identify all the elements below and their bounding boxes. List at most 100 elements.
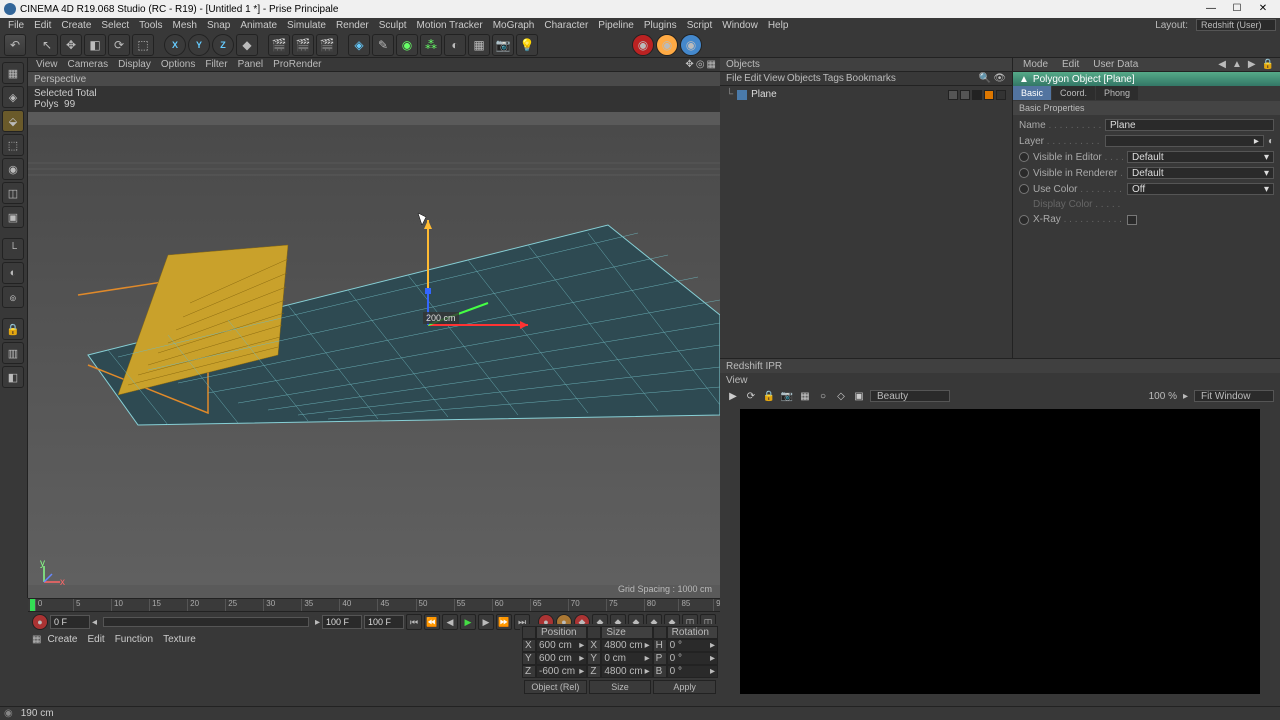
enable-axis-button[interactable]: └ — [2, 238, 24, 260]
layout-dropdown[interactable]: Redshift (User) — [1196, 19, 1276, 31]
viewport-solo-button[interactable]: ◐ — [2, 262, 24, 284]
locked-workplane-button[interactable]: 🔒 — [2, 318, 24, 340]
coord-z-pos[interactable]: -600 cm▸ — [536, 665, 587, 678]
vp-menu-prorender[interactable]: ProRender — [269, 59, 325, 70]
menu-window[interactable]: Window — [718, 20, 762, 31]
menu-tools[interactable]: Tools — [135, 20, 166, 31]
attr-usecolor-dropdown[interactable]: Off▾ — [1127, 183, 1274, 195]
layer-dot[interactable] — [972, 90, 982, 100]
attr-visrender-dropdown[interactable]: Default▾ — [1127, 167, 1274, 179]
coord-system-button[interactable]: ◆ — [236, 34, 258, 56]
cube-primitive-button[interactable]: ◈ — [348, 34, 370, 56]
attr-name-input[interactable] — [1105, 119, 1274, 131]
vis-render-radio[interactable] — [1019, 168, 1029, 178]
render-view-button[interactable]: 🎬 — [268, 34, 290, 56]
menu-mograph[interactable]: MoGraph — [489, 20, 539, 31]
rs-play-button[interactable]: ▶ — [726, 389, 740, 403]
maximize-button[interactable]: ☐ — [1230, 2, 1244, 16]
polygon-mode-button[interactable]: ▣ — [2, 206, 24, 228]
xray-radio[interactable] — [1019, 215, 1029, 225]
subdivision-button[interactable]: ◉ — [396, 34, 418, 56]
light-button[interactable]: 💡 — [516, 34, 538, 56]
attr-nav-fwd-icon[interactable]: ▶ — [1248, 59, 1256, 70]
coord-y-size[interactable]: 0 cm▸ — [601, 652, 652, 665]
render-settings-button[interactable]: 🎬 — [316, 34, 338, 56]
coord-x-pos[interactable]: 600 cm▸ — [536, 639, 587, 652]
vp-menu-cameras[interactable]: Cameras — [64, 59, 113, 70]
menu-create[interactable]: Create — [57, 20, 95, 31]
x-axis-toggle[interactable]: X — [164, 34, 186, 56]
viewport-canvas[interactable]: 200 cm Grid Spacing : 1000 cm y x — [28, 112, 720, 598]
menu-script[interactable]: Script — [683, 20, 717, 31]
coord-apply-button[interactable]: Apply — [653, 680, 716, 694]
mat-menu-function[interactable]: Function — [111, 634, 157, 645]
last-tool-button[interactable]: ⬚ — [132, 34, 154, 56]
minimize-button[interactable]: — — [1204, 2, 1218, 16]
vp-menu-display[interactable]: Display — [114, 59, 155, 70]
rotate-button[interactable]: ⟳ — [108, 34, 130, 56]
snap-button[interactable]: ๏ — [2, 286, 24, 308]
visibility-render-dot[interactable] — [960, 90, 970, 100]
next-key-button[interactable]: ⏩ — [496, 614, 512, 630]
attr-menu-edit[interactable]: Edit — [1058, 59, 1083, 70]
coord-x-size[interactable]: 4800 cm▸ — [601, 639, 652, 652]
menu-help[interactable]: Help — [764, 20, 793, 31]
workplane-button[interactable]: ⬚ — [2, 134, 24, 156]
obj-menu-edit[interactable]: Edit — [744, 73, 761, 84]
undo-button[interactable]: ↶ — [4, 34, 26, 56]
vp-layout-icon[interactable]: ▦ — [707, 59, 716, 70]
menu-edit[interactable]: Edit — [30, 20, 55, 31]
material-panel-icon[interactable]: ▦ — [32, 634, 41, 645]
point-mode-button[interactable]: ◉ — [2, 158, 24, 180]
attr-nav-back-icon[interactable]: ◀ — [1218, 59, 1226, 70]
menu-character[interactable]: Character — [540, 20, 592, 31]
attr-menu-userdata[interactable]: User Data — [1089, 59, 1142, 70]
vp-menu-panel[interactable]: Panel — [234, 59, 268, 70]
menu-simulate[interactable]: Simulate — [283, 20, 330, 31]
record-button[interactable]: ● — [32, 614, 48, 630]
rs-bucket-button[interactable]: ▦ — [798, 389, 812, 403]
vp-menu-filter[interactable]: Filter — [201, 59, 231, 70]
floor-button[interactable]: ▦ — [468, 34, 490, 56]
mat-menu-create[interactable]: Create — [43, 634, 81, 645]
rs-zoom-stepper[interactable]: ▸ — [1183, 391, 1188, 402]
prev-key-button[interactable]: ⏪ — [424, 614, 440, 630]
menu-file[interactable]: File — [4, 20, 28, 31]
play-button[interactable]: ▶ — [460, 614, 476, 630]
attr-xray-checkbox[interactable] — [1127, 215, 1137, 225]
expand-icon[interactable]: └ — [726, 89, 733, 100]
vis-editor-radio[interactable] — [1019, 152, 1029, 162]
redshift-rt-button[interactable]: ◉ — [632, 34, 654, 56]
render-pv-button[interactable]: 🎬 — [292, 34, 314, 56]
coord-z-size[interactable]: 4800 cm▸ — [601, 665, 652, 678]
vp-nav-icon[interactable]: ✥ — [685, 59, 693, 70]
timeline-end-input[interactable] — [322, 615, 362, 629]
menu-mesh[interactable]: Mesh — [169, 20, 201, 31]
menu-select[interactable]: Select — [97, 20, 133, 31]
obj-eye-icon[interactable]: 👁 — [993, 73, 1006, 84]
object-row-plane[interactable]: └ Plane — [724, 88, 1008, 101]
use-color-radio[interactable] — [1019, 184, 1029, 194]
array-button[interactable]: ⁂ — [420, 34, 442, 56]
close-button[interactable]: ✕ — [1256, 2, 1270, 16]
timeline-current-input[interactable] — [364, 615, 404, 629]
rs-refresh-button[interactable]: ⟳ — [744, 389, 758, 403]
live-select-button[interactable]: ↖ — [36, 34, 58, 56]
rs-menu-view[interactable]: View — [726, 375, 748, 386]
extra-tag-icon[interactable] — [996, 90, 1006, 100]
edge-mode-button[interactable]: ◫ — [2, 182, 24, 204]
obj-menu-bookmarks[interactable]: Bookmarks — [846, 73, 896, 84]
redshift-render-button[interactable]: ◉ — [680, 34, 702, 56]
obj-menu-file[interactable]: File — [726, 73, 742, 84]
obj-menu-tags[interactable]: Tags — [823, 73, 844, 84]
attr-menu-mode[interactable]: Mode — [1019, 59, 1052, 70]
coord-y-pos[interactable]: 600 cm▸ — [536, 652, 587, 665]
obj-menu-objects[interactable]: Objects — [787, 73, 821, 84]
rs-region-button[interactable]: ○ — [816, 389, 830, 403]
redshift-render-view[interactable] — [740, 409, 1260, 694]
attr-tab-basic[interactable]: Basic — [1013, 86, 1051, 100]
scale-button[interactable]: ◧ — [84, 34, 106, 56]
model-mode-button[interactable]: ◈ — [2, 86, 24, 108]
coord-p-rot[interactable]: 0 °▸ — [667, 652, 718, 665]
obj-menu-view[interactable]: View — [763, 73, 785, 84]
